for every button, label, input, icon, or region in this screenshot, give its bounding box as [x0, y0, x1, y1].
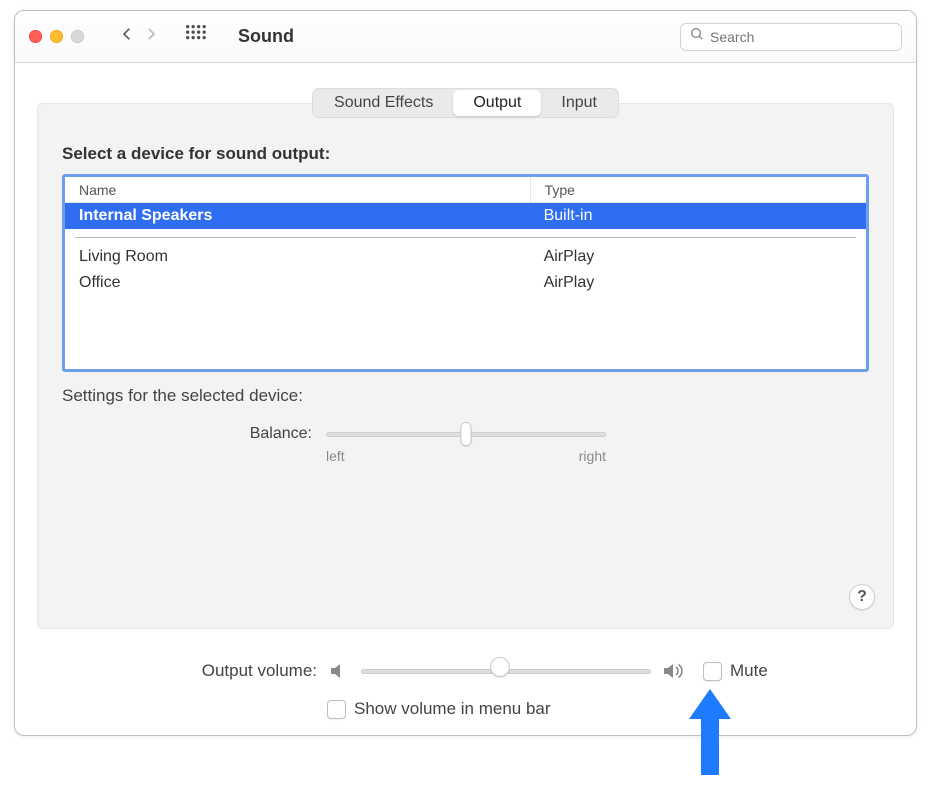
mute-label: Mute	[730, 661, 768, 681]
help-button[interactable]: ?	[849, 584, 875, 610]
close-window-button[interactable]	[29, 30, 42, 43]
row-separator	[75, 237, 856, 238]
table-row[interactable]: Living Room AirPlay	[65, 244, 866, 270]
show-volume-label: Show volume in menu bar	[354, 699, 551, 719]
tab-input[interactable]: Input	[541, 90, 617, 116]
window-title: Sound	[238, 26, 294, 47]
balance-right-label: right	[579, 448, 606, 464]
output-volume-row: Output volume: Mute	[37, 659, 894, 683]
segmented-tabs: Sound Effects Output Input	[312, 88, 619, 118]
tab-sound-effects[interactable]: Sound Effects	[314, 90, 453, 116]
balance-left-label: left	[326, 448, 345, 464]
col-name-header[interactable]: Name	[65, 177, 530, 202]
show-all-icon[interactable]	[184, 23, 206, 50]
tab-strip: Sound Effects Output Input	[38, 88, 893, 118]
show-volume-checkbox[interactable]	[327, 700, 346, 719]
table-header: Name Type	[65, 177, 866, 203]
device-name: Office	[65, 270, 530, 296]
search-field[interactable]	[680, 23, 902, 51]
show-volume-row: Show volume in menu bar	[37, 699, 894, 719]
balance-row: Balance: left right	[62, 424, 869, 464]
device-section-heading: Select a device for sound output:	[62, 144, 869, 164]
settings-panel: Sound Effects Output Input Select a devi…	[37, 103, 894, 629]
forward-button[interactable]	[142, 25, 160, 48]
volume-high-icon	[661, 659, 685, 683]
window-frame: Sound Sound Effects Output Input Select …	[14, 10, 917, 736]
nav-buttons	[118, 25, 160, 48]
back-button[interactable]	[118, 25, 136, 48]
table-row[interactable]: Office AirPlay	[65, 270, 866, 296]
table-row[interactable]: Internal Speakers Built-in	[65, 203, 866, 229]
device-table[interactable]: Name Type Internal Speakers Built-in Liv…	[62, 174, 869, 372]
volume-low-icon	[327, 659, 351, 683]
output-volume-label: Output volume:	[37, 661, 327, 681]
device-type: AirPlay	[530, 244, 866, 270]
selected-device-heading: Settings for the selected device:	[62, 386, 869, 406]
balance-slider[interactable]	[326, 424, 606, 444]
output-volume-slider[interactable]	[361, 661, 651, 681]
tab-output[interactable]: Output	[453, 90, 541, 116]
slider-thumb[interactable]	[490, 657, 510, 677]
device-name: Internal Speakers	[65, 203, 530, 229]
balance-label: Balance:	[62, 424, 312, 443]
col-type-header[interactable]: Type	[530, 177, 866, 202]
search-icon	[689, 26, 710, 47]
footer: Output volume: Mute Show	[15, 629, 916, 719]
device-type: AirPlay	[530, 270, 866, 296]
zoom-window-button[interactable]	[71, 30, 84, 43]
balance-slider-labels: left right	[326, 448, 606, 464]
toolbar: Sound	[15, 11, 916, 63]
device-name: Living Room	[65, 244, 530, 270]
slider-thumb[interactable]	[461, 422, 472, 446]
mute-checkbox[interactable]	[703, 662, 722, 681]
callout-arrow-icon	[689, 689, 731, 780]
minimize-window-button[interactable]	[50, 30, 63, 43]
search-input[interactable]	[710, 29, 893, 45]
content: Sound Effects Output Input Select a devi…	[15, 63, 916, 629]
device-type: Built-in	[530, 203, 866, 229]
window-controls	[29, 30, 84, 43]
